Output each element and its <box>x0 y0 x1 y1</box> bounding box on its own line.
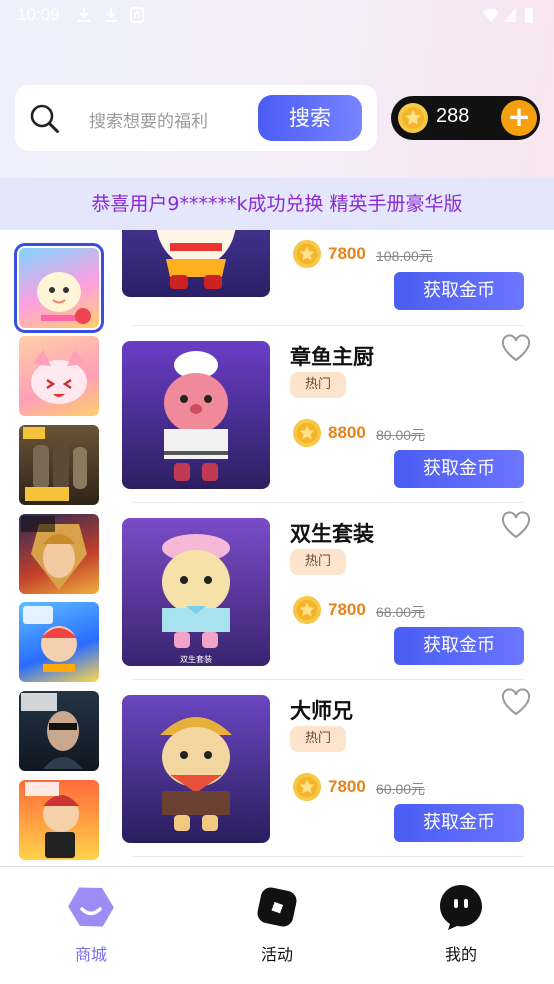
product-card[interactable]: 7800 108.00元 获取金币 <box>110 230 554 326</box>
product-image <box>122 695 270 843</box>
status-time: 10:09 <box>17 5 60 24</box>
favorite-heart-icon[interactable] <box>501 511 531 539</box>
game-item-tianwang[interactable] <box>19 425 99 505</box>
game-item-escape[interactable] <box>19 780 99 860</box>
hot-tag: 热门 <box>290 372 346 398</box>
nav-tab-activity[interactable]: 活动 <box>227 883 327 965</box>
shop-icon <box>68 887 114 927</box>
coin-icon <box>292 595 322 625</box>
bottom-nav: 商城 活动 我的 <box>0 866 554 984</box>
search-icon <box>30 104 59 133</box>
game-thumb-image <box>37 272 91 324</box>
nav-label: 我的 <box>444 945 477 964</box>
coin-icon <box>292 239 322 269</box>
product-name: 大师兄 <box>290 699 353 723</box>
nav-label: 活动 <box>260 945 293 964</box>
status-bar: 10:09 <box>0 0 554 30</box>
redeem-notice-marquee: 恭喜用户9******k成功兑换 精英手册豪华版 <box>0 178 554 230</box>
product-figure <box>164 351 228 481</box>
search-box[interactable]: 搜索想要的福利 搜索 <box>15 85 377 151</box>
price-coins: 8800 <box>328 423 366 442</box>
price-coins: 7800 <box>328 600 366 619</box>
hot-tag: 热门 <box>290 726 346 752</box>
product-figure <box>160 717 232 831</box>
game-thumb-image <box>31 350 87 404</box>
original-price: 80.00元 <box>376 427 426 443</box>
get-coins-button[interactable]: 获取金币 <box>394 627 524 665</box>
original-price: 68.00元 <box>376 604 426 620</box>
profile-icon <box>440 885 482 930</box>
price-coins: 7800 <box>328 777 366 796</box>
original-price: 60.00元 <box>376 781 426 797</box>
search-button[interactable]: 搜索 <box>258 95 362 141</box>
coin-balance: 288 + <box>391 96 540 140</box>
get-coins-button[interactable]: 获取金币 <box>394 804 524 842</box>
nav-tab-profile[interactable]: 我的 <box>411 883 511 965</box>
product-figure: 双生套装 <box>162 534 230 664</box>
image-caption: 双生套装 <box>180 654 212 664</box>
product-list: 7800 108.00元 获取金币 章鱼主厨 热门 8800 80.00元 获取… <box>110 230 554 866</box>
coin-icon <box>292 418 322 448</box>
original-price: 108.00元 <box>376 248 433 264</box>
hot-tag: 热门 <box>290 549 346 575</box>
download-icon <box>105 8 117 22</box>
game-item-honor-of-kings[interactable] <box>19 514 99 594</box>
search-input[interactable]: 搜索想要的福利 <box>89 107 208 132</box>
product-name: 双生套装 <box>290 522 374 546</box>
add-coins-button[interactable]: + <box>501 100 537 136</box>
game-thumb-image <box>25 782 79 858</box>
wifi-icon <box>483 8 499 22</box>
get-coins-button[interactable]: 获取金币 <box>394 450 524 488</box>
game-item-battle[interactable] <box>19 691 99 771</box>
coin-count: 288 <box>436 105 470 127</box>
favorite-heart-icon[interactable] <box>501 688 531 716</box>
game-item-subway[interactable] <box>19 602 99 682</box>
signal-icon <box>504 8 516 22</box>
product-card[interactable]: 大师兄 热门 7800 60.00元 获取金币 <box>110 680 554 857</box>
battery-icon <box>525 8 533 23</box>
nav-tab-shop[interactable]: 商城 <box>41 883 141 965</box>
product-image: 双生套装 <box>122 518 270 666</box>
game-item-eggy-party[interactable] <box>14 243 104 333</box>
product-card[interactable]: 双生套装 双生套装 热门 7800 68.00元 获取金币 <box>110 503 554 680</box>
product-name: 章鱼主厨 <box>290 345 374 369</box>
get-coins-button[interactable]: 获取金币 <box>394 272 524 310</box>
activity-icon <box>257 887 297 927</box>
divider <box>132 856 524 857</box>
product-image <box>122 341 270 489</box>
game-thumb-image <box>21 516 87 590</box>
app-notification-icon <box>130 7 144 23</box>
product-figure <box>156 230 236 289</box>
game-thumb-image <box>23 606 77 672</box>
download-icon <box>78 8 90 22</box>
price-coins: 7800 <box>328 244 366 263</box>
game-thumb-image <box>21 693 83 769</box>
product-card[interactable]: 章鱼主厨 热门 8800 80.00元 获取金币 <box>110 326 554 503</box>
coin-icon <box>292 772 322 802</box>
game-thumb-image <box>23 427 87 501</box>
game-item-2[interactable] <box>19 336 99 416</box>
coin-icon <box>398 103 428 133</box>
nav-label: 商城 <box>74 945 107 964</box>
product-image <box>122 230 270 297</box>
favorite-heart-icon[interactable] <box>501 334 531 362</box>
